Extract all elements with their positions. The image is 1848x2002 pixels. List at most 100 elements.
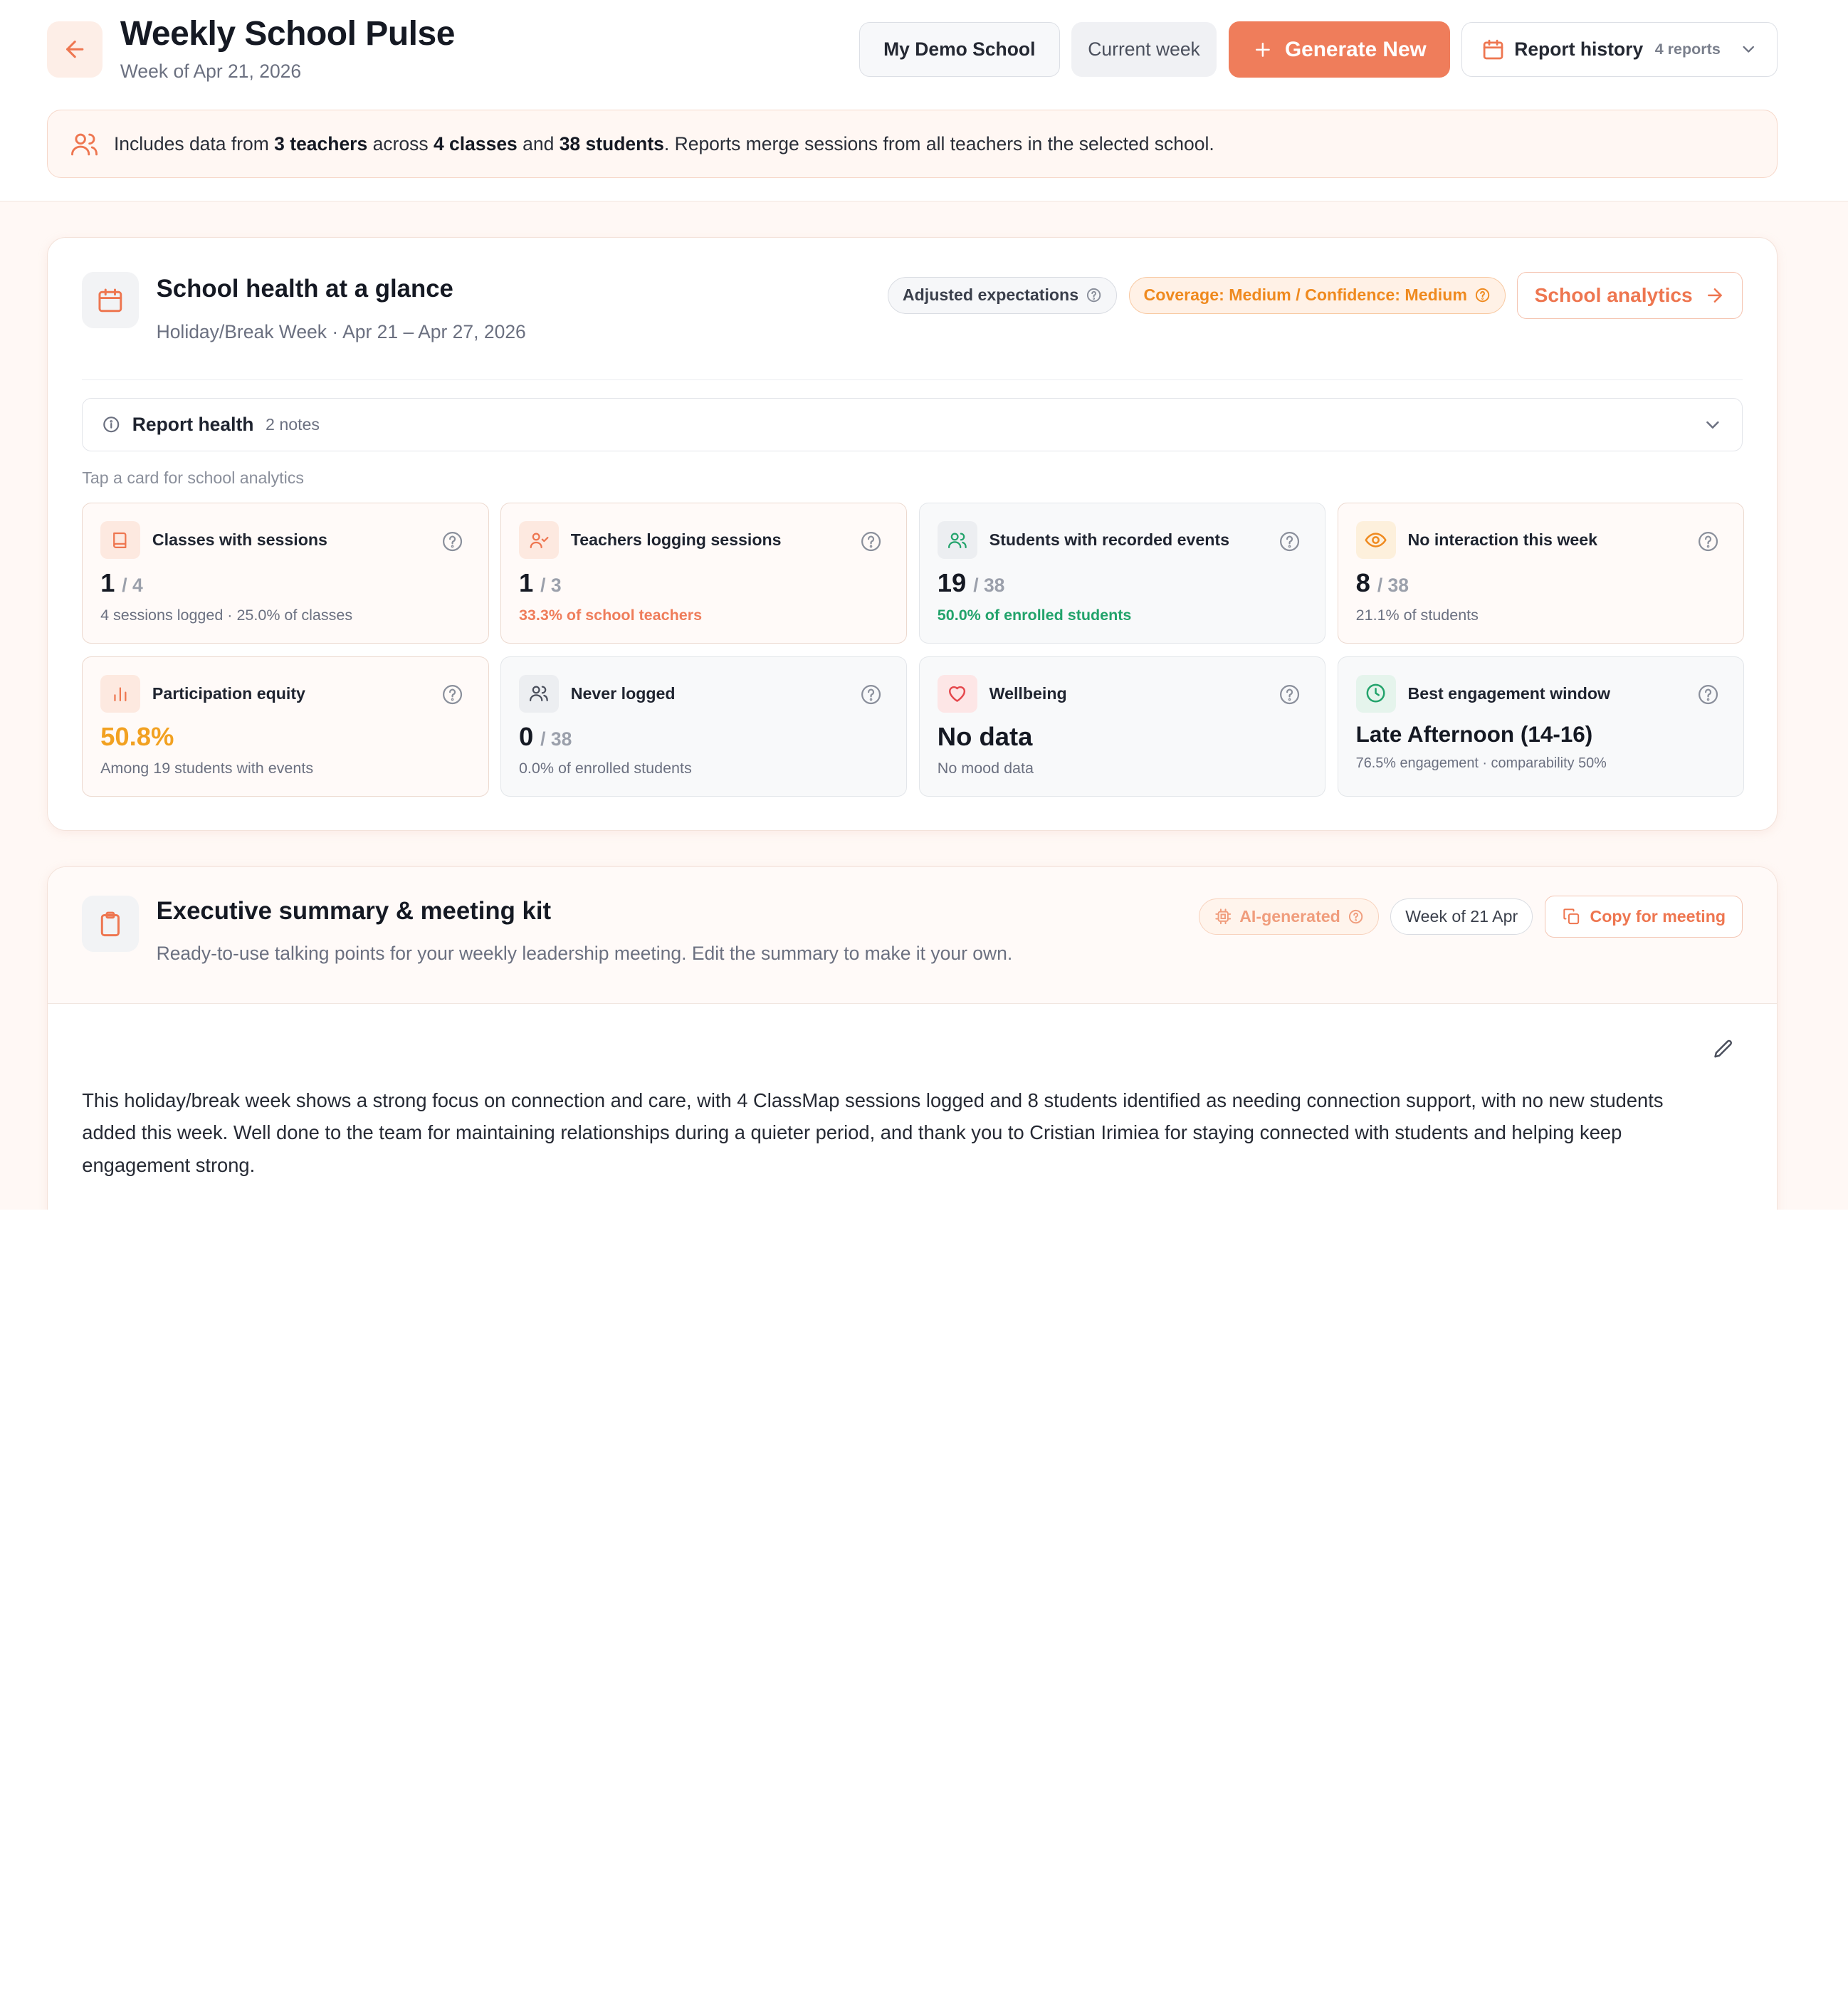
coverage-confidence-label: Coverage: Medium / Confidence: Medium [1143, 285, 1467, 305]
school-health-card: School health at a glance Holiday/Break … [47, 236, 1778, 832]
metric-card-participation-equity[interactable]: Participation equity 50.8% Among 19 stud… [82, 656, 489, 797]
clipboard-icon [100, 911, 120, 936]
help-circle-icon [1348, 910, 1363, 924]
metric-note: 50.0% of enrolled students [937, 607, 1132, 624]
data-scope-banner: Includes data from 3 teachers across 4 c… [47, 110, 1778, 179]
report-health-toggle[interactable]: Report health 2 notes [82, 398, 1743, 451]
help-circle-icon [1475, 288, 1490, 303]
exec-actions: AI-generated Week of 21 Apr Copy for mee… [1198, 895, 1743, 938]
metric-title: Students with recorded events [989, 530, 1229, 550]
clock-icon [1355, 674, 1396, 713]
current-week-button[interactable]: Current week [1071, 21, 1217, 78]
help-circle-icon [1086, 288, 1101, 303]
banner-students: 38 students [559, 132, 664, 154]
metric-card-wellbeing[interactable]: Wellbeing No data No mood data [918, 656, 1326, 797]
arrow-right-icon [1708, 288, 1723, 303]
banner-teachers: 3 teachers [274, 132, 368, 154]
exec-section-icon [82, 895, 139, 953]
metric-note: 4 sessions logged · 25.0% of classes [100, 607, 353, 624]
metric-title: Wellbeing [989, 683, 1067, 703]
metric-note: Among 19 students with events [100, 760, 314, 777]
page: Weekly School Pulse Week of Apr 21, 2026… [0, 0, 1848, 1210]
calendar-icon [1483, 39, 1503, 60]
exec-title: Executive summary & meeting kit [156, 898, 552, 926]
metric-note: 21.1% of students [1355, 607, 1479, 624]
metric-value: 1/ 4 [100, 568, 143, 598]
report-history-button[interactable]: Report history 4 reports [1461, 21, 1778, 78]
page-subtitle: Week of Apr 21, 2026 [120, 60, 302, 82]
metric-card-classes[interactable]: Classes with sessions 1/ 4 4 sessions lo… [82, 503, 489, 644]
help-circle-icon[interactable] [859, 683, 883, 706]
summary-text[interactable]: This holiday/break week shows a strong f… [82, 1084, 1708, 1182]
metric-value: 50.8% [100, 721, 174, 751]
metric-value: Late Afternoon (14-16) [1355, 721, 1593, 747]
info-icon [103, 416, 120, 433]
users-icon [937, 521, 978, 560]
health-subtitle: Holiday/Break Week · Apr 21 – Apr 27, 20… [156, 321, 526, 343]
report-history-count: 4 reports [1654, 41, 1721, 58]
title-block: Weekly School Pulse Week of Apr 21, 2026 [120, 14, 456, 83]
school-analytics-button[interactable]: School analytics [1517, 271, 1743, 320]
adjusted-expectations-pill[interactable]: Adjusted expectations [888, 277, 1118, 314]
help-circle-icon[interactable] [1696, 683, 1720, 706]
generate-new-button[interactable]: Generate New [1228, 21, 1450, 78]
banner-text: Includes data from 3 teachers across 4 c… [113, 132, 1214, 154]
metric-title: No interaction this week [1407, 530, 1598, 550]
main-content: School health at a glance Holiday/Break … [0, 201, 1848, 1210]
report-health-notes: 2 notes [266, 414, 320, 434]
help-circle-icon[interactable] [1278, 530, 1301, 553]
bar-chart-icon [100, 674, 141, 713]
metric-card-students-recorded[interactable]: Students with recorded events 19/ 38 50.… [918, 503, 1326, 644]
section-divider [82, 379, 1743, 381]
metric-value: 1/ 3 [518, 568, 562, 598]
book-icon [100, 521, 141, 560]
metric-title: Participation equity [152, 683, 305, 703]
school-analytics-label: School analytics [1534, 283, 1693, 306]
chevron-down-icon [1706, 421, 1719, 429]
copy-for-meeting-button[interactable]: Copy for meeting [1544, 895, 1743, 938]
exec-subtitle: Ready-to-use talking points for your wee… [156, 943, 1013, 965]
help-circle-icon[interactable] [1278, 683, 1301, 706]
metric-card-never-logged[interactable]: Never logged 0/ 38 0.0% of enrolled stud… [500, 656, 908, 797]
help-circle-icon[interactable] [1696, 530, 1720, 553]
metric-card-teachers[interactable]: Teachers logging sessions 1/ 3 33.3% of … [500, 503, 908, 644]
metric-value: No data [937, 721, 1033, 751]
metric-card-engagement-window[interactable]: Best engagement window Late Afternoon (1… [1337, 656, 1745, 797]
metrics-grid: Classes with sessions 1/ 4 4 sessions lo… [82, 503, 1745, 797]
help-circle-icon[interactable] [441, 530, 464, 553]
generate-new-label: Generate New [1284, 37, 1427, 61]
metric-title: Best engagement window [1407, 683, 1611, 703]
user-check-icon [518, 521, 560, 560]
ai-generated-pill[interactable]: AI-generated [1198, 898, 1379, 936]
week-pill-label: Week of 21 Apr [1405, 907, 1518, 926]
metric-note: 76.5% engagement · comparability 50% [1355, 755, 1607, 772]
metric-title: Teachers logging sessions [570, 530, 782, 550]
metric-value: 19/ 38 [937, 568, 1005, 598]
adjusted-expectations-label: Adjusted expectations [902, 285, 1079, 305]
plus-icon [1255, 42, 1270, 57]
help-circle-icon[interactable] [441, 683, 464, 706]
metric-card-no-interaction[interactable]: No interaction this week 8/ 38 21.1% of … [1337, 503, 1745, 644]
page-title: Weekly School Pulse [120, 14, 456, 53]
health-section-icon [82, 271, 139, 329]
users-icon [71, 133, 98, 155]
health-actions: Adjusted expectations Coverage: Medium /… [888, 271, 1743, 320]
back-button[interactable] [47, 21, 103, 78]
copy-icon [1563, 908, 1579, 925]
tap-hint: Tap a card for school analytics [82, 468, 304, 488]
cpu-icon [1215, 908, 1231, 925]
metric-value: 8/ 38 [1355, 568, 1409, 598]
metric-title: Never logged [570, 683, 676, 703]
help-circle-icon[interactable] [859, 530, 883, 553]
metric-value: 0/ 38 [518, 721, 572, 751]
chevron-down-icon [1743, 46, 1755, 53]
pencil-icon[interactable] [1711, 1038, 1735, 1062]
school-selector-button[interactable]: My Demo School [859, 21, 1060, 78]
report-health-label: Report health [132, 413, 254, 435]
coverage-confidence-pill[interactable]: Coverage: Medium / Confidence: Medium [1128, 277, 1506, 314]
calendar-icon [98, 288, 122, 312]
metric-title: Classes with sessions [152, 530, 327, 550]
metric-note: 0.0% of enrolled students [518, 760, 692, 777]
arrow-left-icon [66, 41, 84, 58]
heart-icon [937, 674, 978, 713]
